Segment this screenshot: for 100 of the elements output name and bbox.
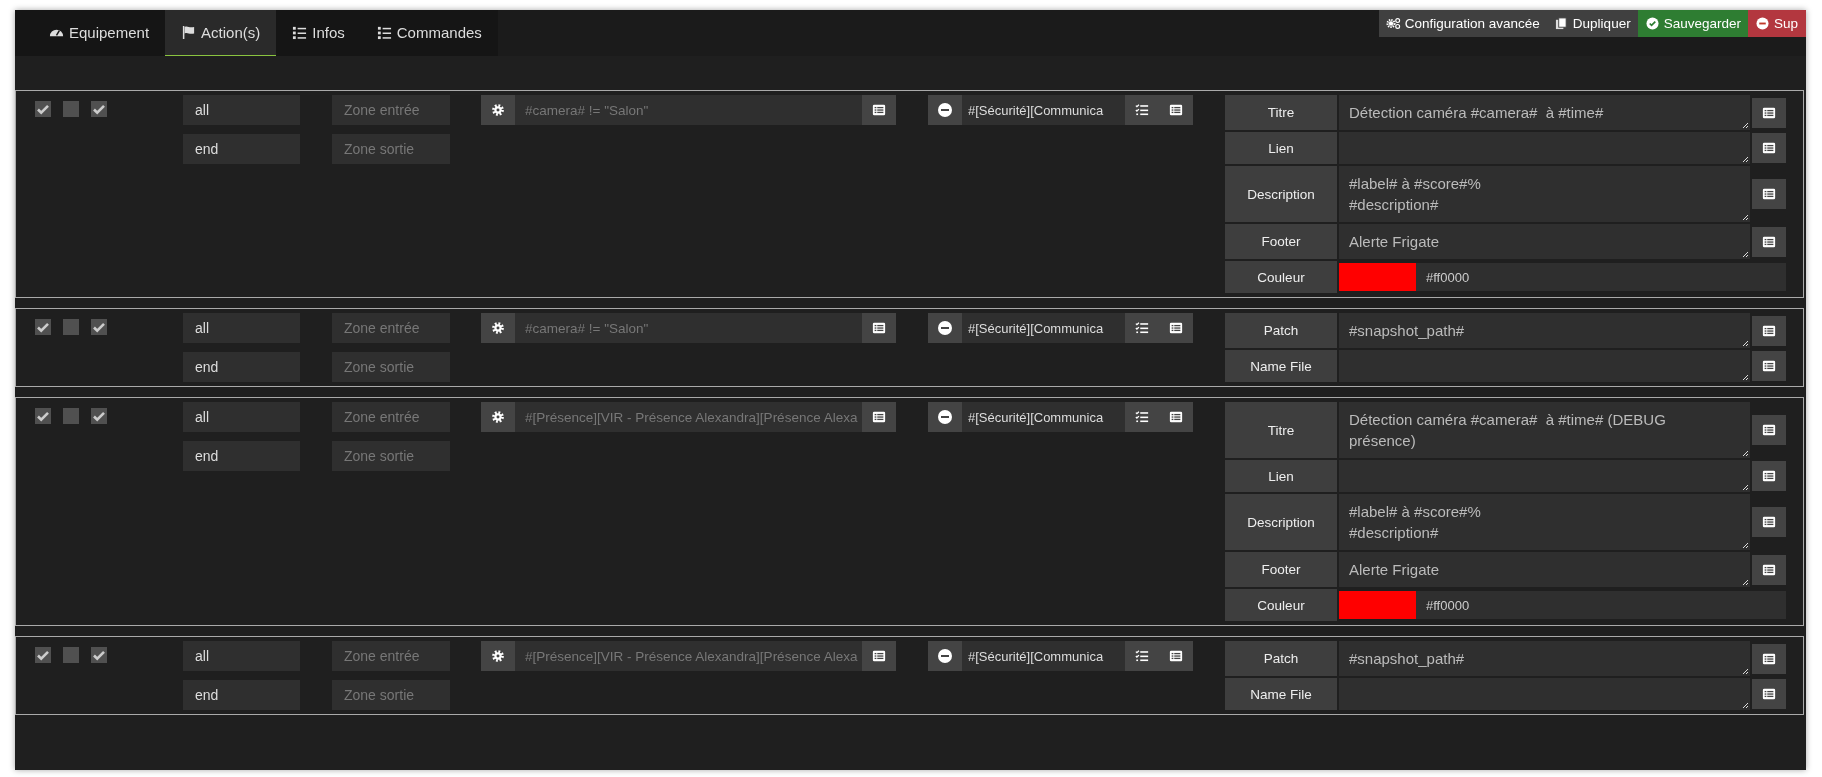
list-button[interactable] (1752, 461, 1786, 491)
input-field[interactable]: all (183, 641, 300, 671)
list-button[interactable] (1752, 507, 1786, 537)
input-field[interactable]: all (183, 313, 300, 343)
checkbox[interactable] (63, 647, 79, 663)
color-swatch[interactable] (1339, 591, 1416, 619)
list-button[interactable] (1752, 179, 1786, 209)
command-field[interactable]: #[Sécurité][Communica (962, 402, 1125, 432)
list-button[interactable] (862, 313, 896, 343)
duplicate-button[interactable]: Dupliquer (1546, 10, 1638, 37)
tab[interactable]: Equipement (33, 10, 166, 56)
tab[interactable]: Infos (276, 10, 361, 56)
checklist-button[interactable] (1125, 313, 1159, 343)
checkbox[interactable] (35, 319, 51, 335)
input-field[interactable]: Zone entrée (332, 641, 450, 671)
list-icon (872, 103, 886, 117)
settings-button[interactable] (481, 95, 515, 125)
checkbox[interactable] (63, 101, 79, 117)
list-button[interactable] (862, 402, 896, 432)
remove-button[interactable] (928, 641, 962, 671)
color-swatch[interactable] (1339, 263, 1416, 291)
resize-handle-icon (1741, 667, 1749, 675)
list-button[interactable] (1752, 643, 1786, 674)
input-field[interactable]: end (183, 680, 300, 710)
settings-button[interactable] (481, 313, 515, 343)
color-value: #ff0000 (1426, 269, 1470, 285)
textarea-field[interactable]: #label# à #score#% #description# (1339, 166, 1750, 222)
minus-circle-icon (937, 320, 953, 336)
list-button[interactable] (1752, 133, 1786, 163)
list-icon (1169, 321, 1183, 335)
textarea-field[interactable] (1339, 350, 1750, 382)
list-button[interactable] (862, 95, 896, 125)
checklist-button[interactable] (1125, 95, 1159, 125)
list-button[interactable] (1752, 97, 1786, 128)
checklist-button[interactable] (1125, 402, 1159, 432)
list-button[interactable] (1159, 313, 1193, 343)
checkbox[interactable] (63, 408, 79, 424)
command-field[interactable]: #[Sécurité][Communica (962, 641, 1125, 671)
checkbox[interactable] (91, 319, 107, 335)
delete-button[interactable]: Sup (1747, 10, 1806, 37)
input-field[interactable]: Zone sortie (332, 680, 450, 710)
remove-button[interactable] (928, 313, 962, 343)
list-button[interactable] (1752, 554, 1786, 585)
checkbox[interactable] (35, 647, 51, 663)
option-label: Couleur (1225, 261, 1337, 293)
checkbox[interactable] (35, 408, 51, 424)
checkbox[interactable] (35, 101, 51, 117)
textarea-field[interactable] (1339, 132, 1750, 164)
input-field[interactable]: end (183, 134, 300, 164)
input-field[interactable]: end (183, 352, 300, 382)
input-field[interactable]: Zone sortie (332, 352, 450, 382)
checkbox[interactable] (91, 647, 107, 663)
tab[interactable]: Commandes (360, 10, 498, 56)
list-button[interactable] (1752, 415, 1786, 445)
minus-circle-icon (937, 648, 953, 664)
list-button[interactable] (1752, 315, 1786, 346)
textarea-field[interactable]: #snapshot_path# (1339, 641, 1750, 676)
textarea-field[interactable]: #snapshot_path# (1339, 313, 1750, 348)
checkbox[interactable] (91, 408, 107, 424)
list-button[interactable] (862, 641, 896, 671)
option-label: Description (1225, 166, 1337, 222)
list-button[interactable] (1159, 402, 1193, 432)
textarea-field[interactable]: Détection caméra #camera# à #time# (1339, 95, 1750, 130)
settings-button[interactable] (481, 641, 515, 671)
input-field[interactable]: Zone entrée (332, 313, 450, 343)
textarea-field[interactable]: Alerte Frigate (1339, 552, 1750, 587)
command-field[interactable]: #[Sécurité][Communica (962, 95, 1125, 125)
checklist-button[interactable] (1125, 641, 1159, 671)
save-button[interactable]: Sauvegarder (1637, 10, 1748, 37)
list-button[interactable] (1752, 679, 1786, 709)
advanced-config-button[interactable]: Configuration avancée (1378, 10, 1547, 37)
settings-button[interactable] (481, 402, 515, 432)
input-field[interactable]: Zone sortie (332, 441, 450, 471)
list-button[interactable] (1752, 226, 1786, 257)
textarea-field[interactable]: Détection caméra #camera# à #time# (DEBUG présence) (1339, 402, 1750, 458)
remove-button[interactable] (928, 95, 962, 125)
input-field[interactable]: all (183, 95, 300, 125)
command-field[interactable]: #[Sécurité][Communica (962, 313, 1125, 343)
option-label: Description (1225, 494, 1337, 550)
list-icon (1762, 687, 1776, 701)
list-button[interactable] (1752, 351, 1786, 381)
option-label: Patch (1225, 641, 1337, 676)
resize-handle-icon (1741, 701, 1749, 709)
input-field[interactable]: all (183, 402, 300, 432)
checkbox[interactable] (63, 319, 79, 335)
option-label: Lien (1225, 132, 1337, 164)
remove-button[interactable] (928, 402, 962, 432)
textarea-field[interactable] (1339, 460, 1750, 492)
input-field[interactable]: Zone entrée (332, 95, 450, 125)
input-field[interactable]: Zone sortie (332, 134, 450, 164)
textarea-field[interactable]: #label# à #score#% #description# (1339, 494, 1750, 550)
tab[interactable]: Action(s) (165, 10, 277, 56)
list-button[interactable] (1159, 95, 1193, 125)
input-field[interactable]: Zone entrée (332, 402, 450, 432)
textarea-field[interactable] (1339, 678, 1750, 710)
list-icon (1762, 359, 1776, 373)
checkbox[interactable] (91, 101, 107, 117)
list-button[interactable] (1159, 641, 1193, 671)
textarea-field[interactable]: Alerte Frigate (1339, 224, 1750, 259)
input-field[interactable]: end (183, 441, 300, 471)
